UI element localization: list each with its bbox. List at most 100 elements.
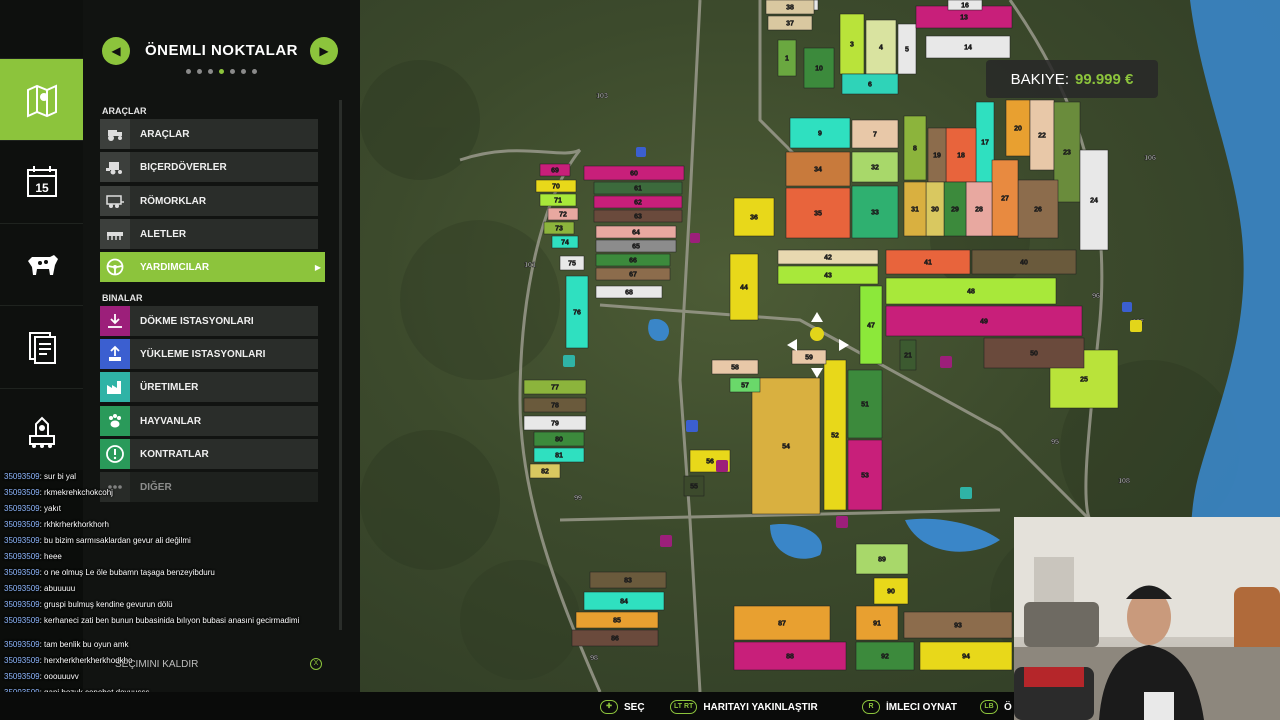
production-tab[interactable] xyxy=(0,388,83,470)
field-number: 35 xyxy=(814,211,822,218)
menu-item-trailers[interactable]: RÖMORKLAR xyxy=(100,186,318,216)
field-number: 38 xyxy=(786,5,794,12)
field-number: 7 xyxy=(873,132,877,139)
field-number: 9 xyxy=(818,131,822,138)
field-number: 70 xyxy=(552,184,560,191)
chat-username: 35093509 xyxy=(4,536,40,545)
right-stick-icon: R xyxy=(862,700,880,714)
field-number: 31 xyxy=(911,207,919,214)
field-number: 51 xyxy=(861,402,869,409)
chat-username: 35093509 xyxy=(4,672,40,681)
tractor-icon xyxy=(100,119,130,149)
hint-zoom: LT RT HARITAYI YAKINLAŞTIR xyxy=(670,700,818,714)
chat-text: : rkmekrehkchokcohj xyxy=(39,488,113,497)
chat-username: 35093509 xyxy=(4,600,40,609)
field-number: 64 xyxy=(632,230,640,237)
field-number: 108 xyxy=(1118,478,1130,485)
lb-button-icon: LB xyxy=(980,700,998,714)
section-label-vehicles: ARAÇLAR xyxy=(102,106,147,116)
calendar-icon: 15 xyxy=(26,165,57,197)
tool-icon xyxy=(100,219,130,249)
next-page-button[interactable]: ▶ xyxy=(310,37,338,65)
menu-item-tools[interactable]: ALETLER xyxy=(100,219,318,249)
animals-tab[interactable] xyxy=(0,223,83,305)
field-number: 65 xyxy=(632,244,640,251)
field-number: 78 xyxy=(551,403,559,410)
field-number: 30 xyxy=(931,207,939,214)
menu-item-label: YÜKLEME ISTASYONLARI xyxy=(140,348,266,360)
chat-username: 35093509 xyxy=(4,504,40,513)
field-number: 69 xyxy=(551,168,559,175)
chat-message: 35093509: herxherkherkherkhodkho xyxy=(4,656,133,665)
chat-message: 35093509: o ne olmuş Le öle bubamn taşag… xyxy=(4,568,215,577)
streamer-video xyxy=(1014,517,1280,720)
chat-text: : yakıt xyxy=(39,504,61,513)
field-number: 17 xyxy=(981,140,989,147)
dpad-icon: ✚ xyxy=(600,700,618,714)
contracts-tab[interactable] xyxy=(0,305,83,387)
field-number: 50 xyxy=(1030,351,1038,358)
field-number: 79 xyxy=(551,421,559,428)
field-number: 72 xyxy=(559,212,567,219)
field-number: 59 xyxy=(805,355,813,362)
exclamation-icon xyxy=(100,439,130,469)
menu-item-vehicles[interactable]: ARAÇLAR xyxy=(100,119,318,149)
menu-item-label: YARDIMCILAR xyxy=(140,261,210,273)
field-number: 3 xyxy=(850,42,854,49)
balance-display: BAKIYE: 99.999 € xyxy=(986,60,1158,98)
menu-item-label: ARAÇLAR xyxy=(140,128,190,140)
load-icon xyxy=(100,339,130,369)
field-number: 25 xyxy=(1080,377,1088,384)
field-number: 92 xyxy=(881,654,889,661)
menu-item-label: HAYVANLAR xyxy=(140,415,202,427)
hint-label: Ö xyxy=(1004,701,1012,713)
menu-item-loading-stations[interactable]: YÜKLEME ISTASYONLARI xyxy=(100,339,318,369)
field-number: 22 xyxy=(1038,133,1046,140)
menu-item-productions[interactable]: ÜRETIMLER xyxy=(100,372,318,402)
field-number: 36 xyxy=(750,215,758,222)
chat-username: 35093509 xyxy=(4,520,40,529)
field-number: 106 xyxy=(1144,155,1156,162)
field-number: 49 xyxy=(980,319,988,326)
factory-icon xyxy=(100,372,130,402)
menu-item-animals[interactable]: HAYVANLAR xyxy=(100,406,318,436)
field-number: 61 xyxy=(634,186,642,193)
menu-item-contracts[interactable]: KONTRATLAR xyxy=(100,439,318,469)
field-number: 57 xyxy=(741,383,749,390)
calendar-tab[interactable]: 15 xyxy=(0,140,83,222)
chat-username: 35093509 xyxy=(4,640,40,649)
field-number: 21 xyxy=(904,353,912,360)
chat-username: 35093509 xyxy=(4,584,40,593)
chat-username: 35093509 xyxy=(4,552,40,561)
hint-lb: LB Ö xyxy=(980,700,1012,714)
chat-text: : kerhaneci zati ben bunun bubasinida bı… xyxy=(39,616,300,625)
menu-item-unloading-stations[interactable]: DÖKME ISTASYONLARI xyxy=(100,306,318,336)
steering-wheel-icon xyxy=(100,252,130,282)
balance-value: 99.999 € xyxy=(1074,70,1134,88)
chat-message: 35093509: ooouuuvv xyxy=(4,672,79,681)
field-number: 60 xyxy=(630,171,638,178)
menu-item-harvesters[interactable]: BIÇERDÖVERLER xyxy=(100,152,318,182)
section-label-buildings: BINALAR xyxy=(102,293,143,303)
side-navigation: 15 xyxy=(0,0,83,470)
map-tab[interactable] xyxy=(0,58,83,140)
chat-message: 35093509: gruspi bulmuş kendine gevurun … xyxy=(4,600,173,609)
field-number: 56 xyxy=(706,459,714,466)
panel-scrollbar[interactable] xyxy=(339,100,342,630)
field-number: 52 xyxy=(831,433,839,440)
field-number: 80 xyxy=(555,437,563,444)
chat-message: 35093509: sur bi yal xyxy=(4,472,76,481)
field-number: 98 xyxy=(590,655,598,662)
field-number: 10 xyxy=(815,66,823,73)
field-number: 26 xyxy=(1034,207,1042,214)
field-number: 29 xyxy=(951,207,959,214)
chat-message: 35093509: tam benlik bu oyun amk xyxy=(4,640,129,649)
page-dot xyxy=(186,69,191,74)
unload-icon xyxy=(100,306,130,336)
hint-select: ✚ SEÇ xyxy=(600,700,645,714)
field-number: 99 xyxy=(574,495,582,502)
field-number: 41 xyxy=(924,260,932,267)
menu-item-helpers[interactable]: YARDIMCILAR ▶ xyxy=(100,252,325,282)
field-number: 37 xyxy=(786,21,794,28)
chat-text: : abuuuuu xyxy=(39,584,76,593)
